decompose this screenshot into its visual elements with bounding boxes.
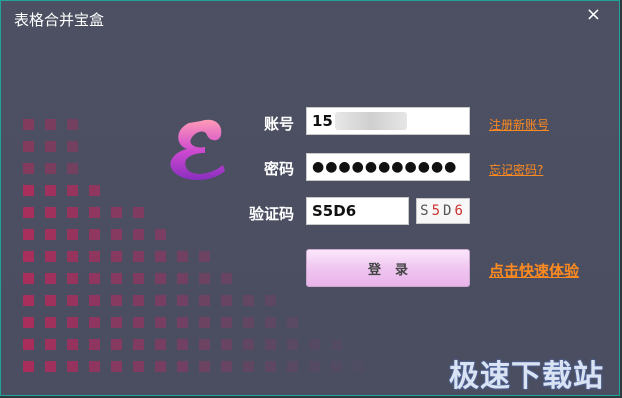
account-label: 账号 [263,115,294,133]
account-input-value: 15 [312,112,333,130]
captcha-label: 验证码 [248,205,294,223]
close-icon[interactable]: × [586,5,601,25]
account-mask [334,112,407,130]
password-input[interactable]: ●●●●●●●●●●● [306,153,470,181]
register-link[interactable]: 注册新账号 [489,116,549,133]
watermark: 极速下载站 [449,359,604,394]
captcha-char: D [443,203,455,219]
captcha-input[interactable]: S5D6 [306,197,409,225]
quick-experience-link[interactable]: 点击快速体验 [489,260,579,281]
captcha-image[interactable]: S5D6 [416,198,470,224]
forgot-password-link[interactable]: 忘记密码? [489,161,543,178]
captcha-char: 6 [454,203,466,219]
captcha-char: S [420,203,432,219]
password-label: 密码 [263,160,294,178]
window-title: 表格合并宝盒 [14,11,105,29]
account-input[interactable]: 15 [306,107,470,135]
captcha-char: 5 [431,203,443,219]
login-button[interactable]: 登录 [306,249,470,287]
login-window: 表格合并宝盒 × 账号 15 注册新账号 密码 ●●●●●●●●●●● 忘记密码… [0,0,620,396]
